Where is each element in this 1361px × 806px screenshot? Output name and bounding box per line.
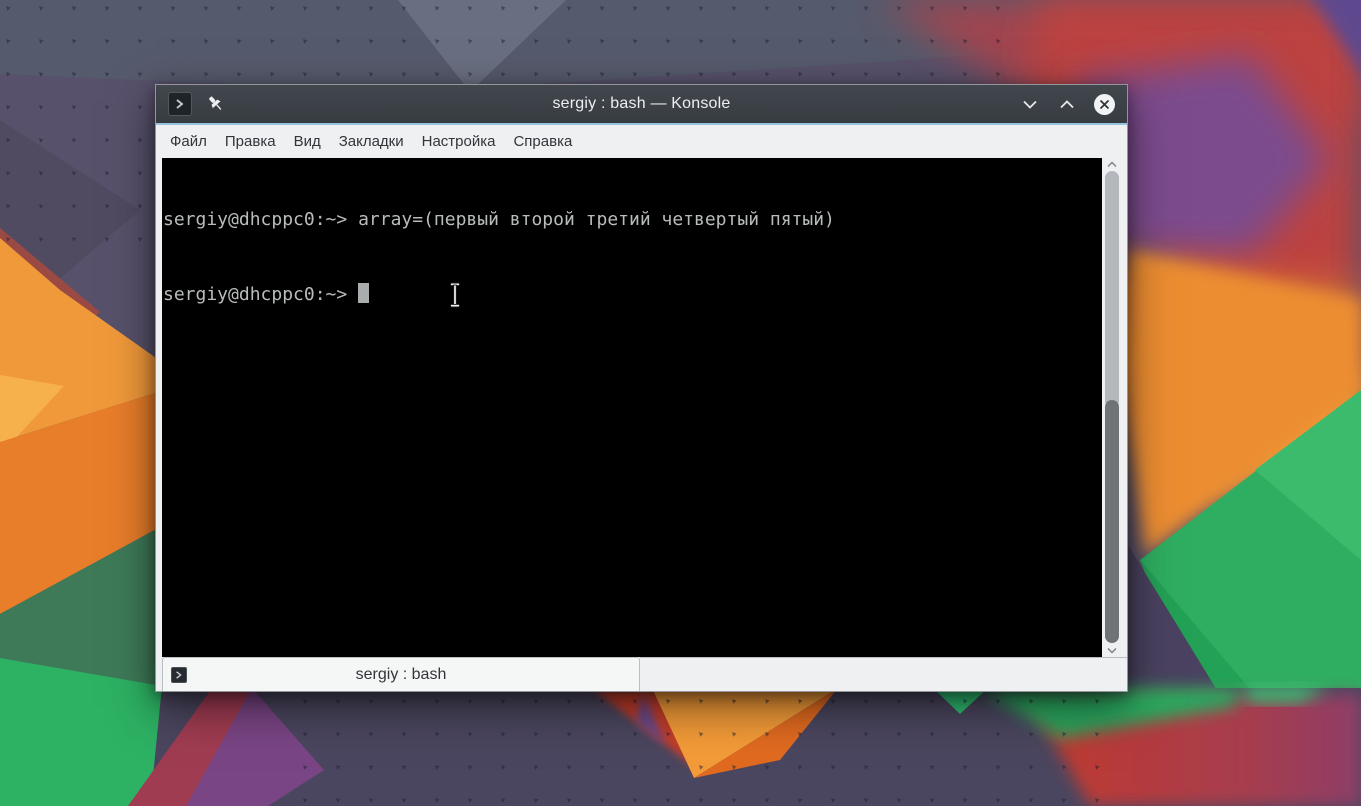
close-icon <box>1093 93 1115 115</box>
tab-label: sergiy : bash <box>355 665 447 683</box>
terminal-line: sergiy@dhcppc0:~> array=(первый второй т… <box>163 209 835 230</box>
scrollbar-thumb[interactable] <box>1105 400 1119 643</box>
terminal-prompt: sergiy@dhcppc0:~> <box>163 284 348 305</box>
tabbar: sergiy : bash <box>156 657 1127 691</box>
tabbar-empty-space <box>640 657 1127 691</box>
chevron-down-icon <box>1023 100 1037 109</box>
konsole-app-icon <box>168 92 192 116</box>
tab-sergiy-bash[interactable]: sergiy : bash <box>162 657 640 691</box>
terminal-block-cursor <box>358 283 370 303</box>
close-button[interactable] <box>1093 93 1115 115</box>
menu-item-edit[interactable]: Правка <box>216 125 285 158</box>
text-ibeam-cursor <box>447 282 463 313</box>
menu-item-settings[interactable]: Настройка <box>413 125 505 158</box>
menu-item-bookmarks[interactable]: Закладки <box>330 125 413 158</box>
minimize-button[interactable] <box>1019 93 1041 115</box>
terminal-scrollbar[interactable] <box>1102 158 1122 657</box>
menubar: Файл Правка Вид Закладки Настройка Справ… <box>156 125 1127 158</box>
menu-item-file[interactable]: Файл <box>161 125 216 158</box>
desktop: sergiy : bash — Konsole Файл Правка Вид … <box>0 0 1361 806</box>
window-title: sergiy : bash — Konsole <box>552 95 731 112</box>
pin-icon[interactable] <box>206 95 224 113</box>
scrollbar-track-segment[interactable] <box>1105 171 1119 409</box>
scrollbar-up-icon[interactable] <box>1107 161 1117 168</box>
tab-terminal-icon <box>171 666 187 683</box>
menu-item-help[interactable]: Справка <box>504 125 581 158</box>
terminal-prompt-line: sergiy@dhcppc0:~> <box>163 280 1102 305</box>
titlebar[interactable]: sergiy : bash — Konsole <box>156 85 1127 123</box>
scrollbar-down-icon[interactable] <box>1107 647 1117 654</box>
terminal-area: sergiy@dhcppc0:~> array=(первый второй т… <box>156 158 1127 657</box>
chevron-up-icon <box>1060 99 1074 108</box>
window-controls <box>1019 93 1115 115</box>
konsole-window: sergiy : bash — Konsole Файл Правка Вид … <box>155 84 1128 692</box>
terminal-chevron-glyph <box>176 99 184 109</box>
menu-item-view[interactable]: Вид <box>285 125 330 158</box>
terminal-output[interactable]: sergiy@dhcppc0:~> array=(первый второй т… <box>162 158 1102 657</box>
maximize-button[interactable] <box>1056 93 1078 115</box>
